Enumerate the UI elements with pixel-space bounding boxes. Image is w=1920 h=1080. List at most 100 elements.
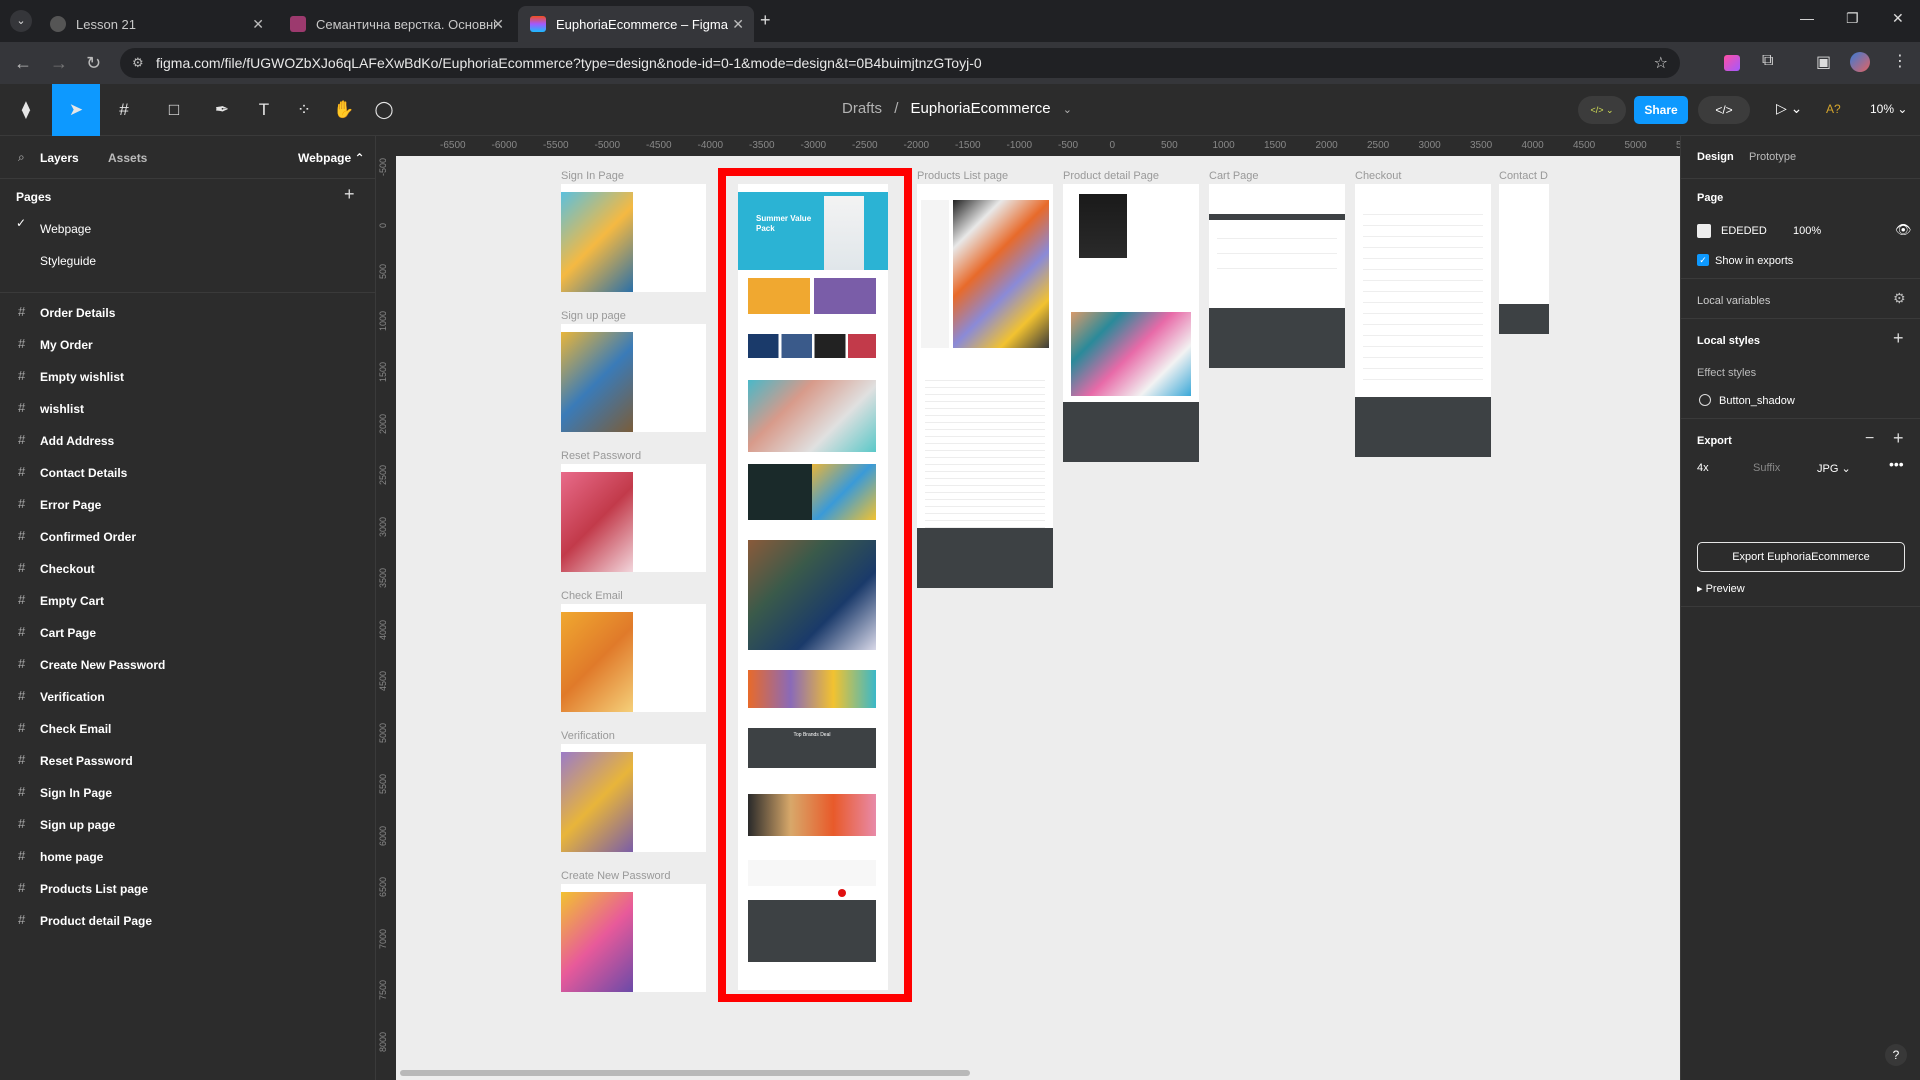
frame-home-page[interactable]: Summer Value Pack Top Brands Deal <box>738 184 888 990</box>
add-export-icon[interactable]: + <box>1893 428 1904 449</box>
layer-item[interactable]: Sign In Page <box>40 786 112 800</box>
add-style-icon[interactable]: + <box>1893 328 1904 349</box>
layer-item[interactable]: Order Details <box>40 306 115 320</box>
frame-product-detail-page[interactable] <box>1063 184 1199 462</box>
effect-style-item[interactable]: Button_shadow <box>1719 395 1795 407</box>
local-variables-label[interactable]: Local variables <box>1697 295 1770 307</box>
frame-checkout[interactable] <box>1355 184 1491 457</box>
layer-item[interactable]: Check Email <box>40 722 111 736</box>
code-chip[interactable]: </> ⌄ <box>1578 96 1626 124</box>
bookmark-star-icon[interactable]: ☆ <box>1654 53 1668 73</box>
sidebar-icon[interactable]: ▣ <box>1816 52 1831 72</box>
export-suffix-input[interactable]: Suffix <box>1753 462 1780 474</box>
more-options-icon[interactable]: ••• <box>1889 456 1904 472</box>
frame-label[interactable]: Products List page <box>917 170 1008 182</box>
layer-item[interactable]: Product detail Page <box>40 914 152 928</box>
site-info-icon[interactable]: ⚙ <box>132 55 144 71</box>
layer-item[interactable]: wishlist <box>40 402 84 416</box>
page-opacity-value[interactable]: 100% <box>1793 225 1821 237</box>
close-icon[interactable]: ✕ <box>492 16 504 33</box>
browser-tab[interactable]: Семантична верстка. Основні ✕ <box>278 6 514 42</box>
back-icon[interactable]: ← <box>14 53 32 74</box>
layer-item[interactable]: Create New Password <box>40 658 165 672</box>
pen-tool-icon[interactable]: ✒ <box>206 94 238 126</box>
frame-sign-up-page[interactable] <box>561 324 706 432</box>
frame-label[interactable]: Check Email <box>561 590 623 602</box>
present-icon[interactable]: ▷ ⌄ <box>1776 100 1802 117</box>
rectangle-tool-icon[interactable]: □ <box>158 94 190 126</box>
comment-tool-icon[interactable]: ◯ <box>368 94 400 126</box>
frame-label[interactable]: Sign up page <box>561 310 626 322</box>
extension-icon[interactable] <box>1724 55 1740 71</box>
layer-item[interactable]: My Order <box>40 338 93 352</box>
move-tool-icon[interactable]: ➤ <box>52 84 100 136</box>
layer-item[interactable]: home page <box>40 850 103 864</box>
frame-tool-icon[interactable]: # <box>108 94 140 126</box>
frame-label[interactable]: Create New Password <box>561 870 670 882</box>
reload-icon[interactable]: ↻ <box>86 53 101 74</box>
page-item-webpage[interactable]: Webpage <box>40 222 91 236</box>
extensions-puzzle-icon[interactable]: ⧉ <box>1762 52 1773 70</box>
tab-list-button[interactable]: ⌄ <box>10 10 32 32</box>
page-item-styleguide[interactable]: Styleguide <box>40 254 96 268</box>
preview-toggle[interactable]: ▸ Preview <box>1697 582 1745 595</box>
frame-label[interactable]: Product detail Page <box>1063 170 1159 182</box>
search-icon[interactable]: ⌕ <box>18 150 25 165</box>
frame-reset-password[interactable] <box>561 464 706 572</box>
frame-verification[interactable] <box>561 744 706 852</box>
text-tool-icon[interactable]: T <box>248 94 280 126</box>
layer-item[interactable]: Sign up page <box>40 818 115 832</box>
layer-item[interactable]: Add Address <box>40 434 114 448</box>
frame-sign-in-page[interactable] <box>561 184 706 292</box>
frame-create-new-password[interactable] <box>561 884 706 992</box>
export-format-select[interactable]: JPG ⌄ <box>1817 462 1851 475</box>
minimize-icon[interactable]: — <box>1800 10 1814 26</box>
frame-label[interactable]: Verification <box>561 730 615 742</box>
tab-assets[interactable]: Assets <box>108 151 147 165</box>
layer-item[interactable]: Products List page <box>40 882 148 896</box>
show-exports-checkbox[interactable]: ✓ <box>1697 254 1709 266</box>
profile-avatar[interactable] <box>1850 52 1870 72</box>
file-name[interactable]: EuphoriaEcommerce <box>911 100 1051 117</box>
export-scale[interactable]: 4x <box>1697 462 1709 474</box>
components-icon[interactable]: ⁘ <box>288 94 320 126</box>
frame-cart-page[interactable] <box>1209 184 1345 368</box>
layer-item[interactable]: Verification <box>40 690 105 704</box>
new-tab-button[interactable]: + <box>760 10 771 31</box>
page-color-value[interactable]: EDEDED <box>1721 225 1767 237</box>
export-button[interactable]: Export EuphoriaEcommerce <box>1697 542 1905 572</box>
zoom-level[interactable]: 10% ⌄ <box>1870 102 1907 116</box>
chevron-down-icon[interactable]: ⌄ <box>1063 104 1072 116</box>
restore-icon[interactable]: ❐ <box>1846 10 1859 27</box>
frame-label[interactable]: Reset Password <box>561 450 641 462</box>
page-color-swatch[interactable] <box>1697 224 1711 238</box>
layer-item[interactable]: Checkout <box>40 562 95 576</box>
design-canvas[interactable]: Sign In Page Sign up page Reset Password… <box>396 156 1680 1080</box>
main-menu-icon[interactable]: ⧫ <box>10 94 42 126</box>
frame-contact-details[interactable] <box>1499 184 1549 334</box>
layer-item[interactable]: Empty Cart <box>40 594 104 608</box>
layer-item[interactable]: Cart Page <box>40 626 96 640</box>
frame-label[interactable]: Checkout <box>1355 170 1401 182</box>
tab-prototype[interactable]: Prototype <box>1749 151 1796 163</box>
help-button[interactable]: ? <box>1885 1044 1907 1066</box>
forward-icon[interactable]: → <box>50 53 68 74</box>
url-field[interactable]: ⚙ figma.com/file/fUGWOZbXJo6qLAFeXwBdKo/… <box>120 48 1680 78</box>
frame-label[interactable]: Sign In Page <box>561 170 624 182</box>
tab-design[interactable]: Design <box>1697 151 1734 163</box>
browser-menu-icon[interactable]: ⋮ <box>1892 51 1908 71</box>
dev-mode-toggle[interactable]: </> <box>1698 96 1750 124</box>
page-dropdown[interactable]: Webpage ⌃ <box>298 151 365 165</box>
share-button[interactable]: Share <box>1634 96 1688 124</box>
layer-item[interactable]: Error Page <box>40 498 101 512</box>
window-close-icon[interactable]: ✕ <box>1892 10 1904 27</box>
tab-layers[interactable]: Layers <box>40 151 79 165</box>
layer-item[interactable]: Contact Details <box>40 466 127 480</box>
browser-tab-active[interactable]: EuphoriaEcommerce – Figma ✕ <box>518 6 754 42</box>
hand-tool-icon[interactable]: ✋ <box>328 94 360 126</box>
layer-item[interactable]: Reset Password <box>40 754 133 768</box>
breadcrumb-drafts[interactable]: Drafts <box>842 100 882 117</box>
add-page-icon[interactable]: + <box>344 184 355 205</box>
close-icon[interactable]: ✕ <box>252 16 264 33</box>
frame-label[interactable]: Cart Page <box>1209 170 1259 182</box>
